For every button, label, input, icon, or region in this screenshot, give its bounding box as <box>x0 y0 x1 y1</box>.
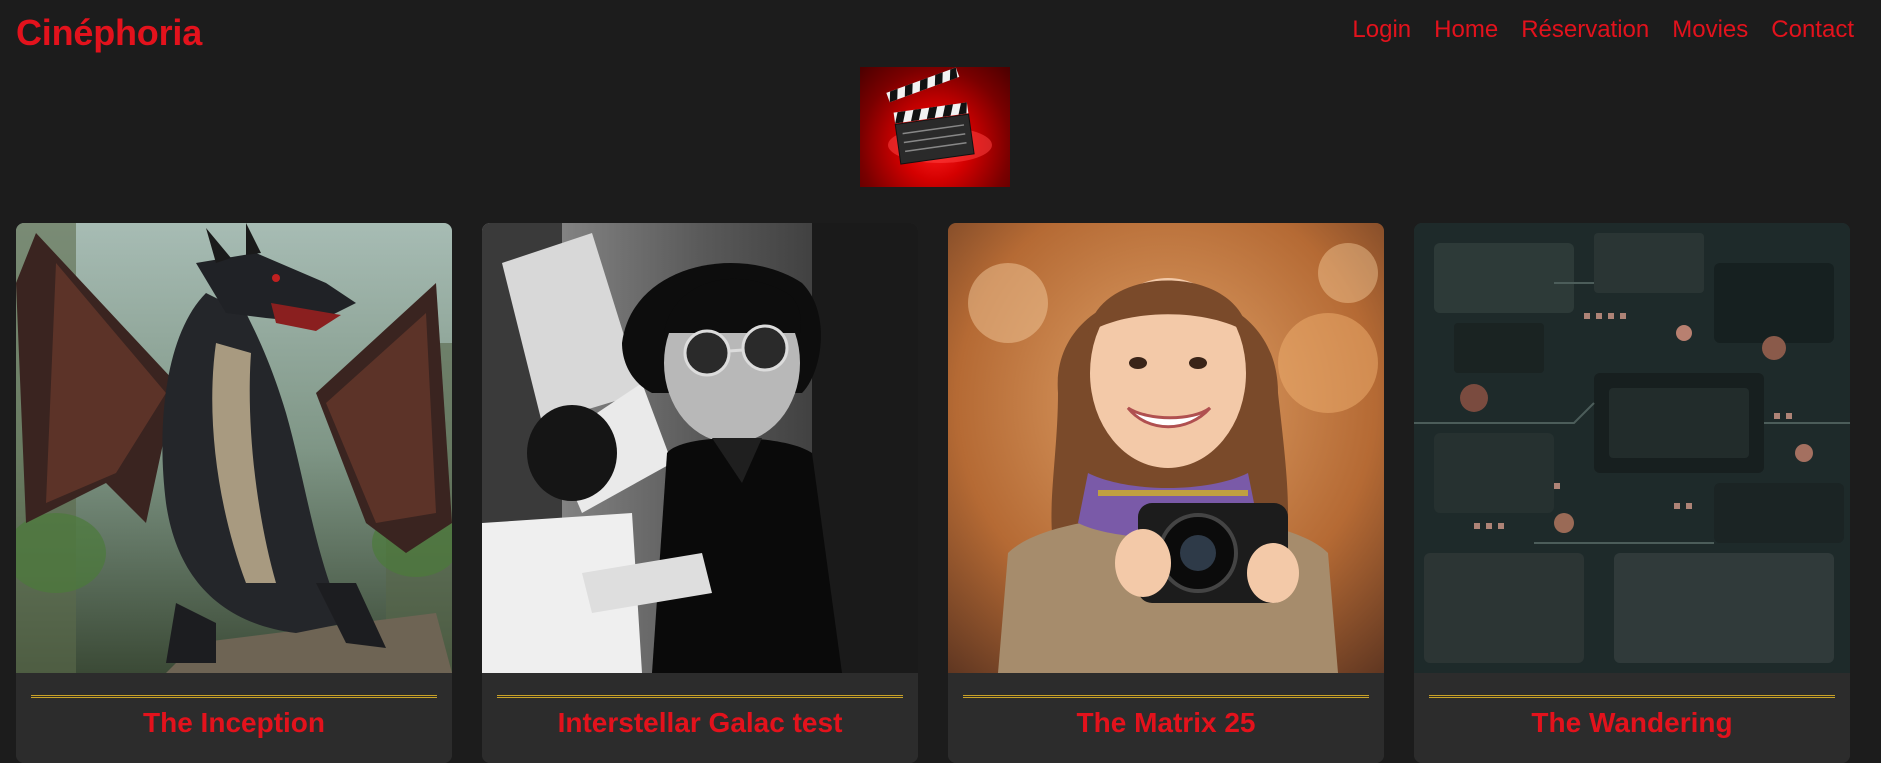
nav-link-reservation[interactable]: Réservation <box>1521 16 1649 44</box>
movie-card[interactable]: The Matrix 25 <box>948 223 1384 763</box>
card-divider <box>963 695 1369 698</box>
girl-with-camera-poster[interactable] <box>948 223 1384 673</box>
nav-link-login[interactable]: Login <box>1352 16 1411 44</box>
card-divider <box>31 695 437 698</box>
nav-link-home[interactable]: Home <box>1434 16 1498 44</box>
clapperboard-logo <box>860 67 1010 187</box>
circuit-board-poster[interactable] <box>1414 223 1850 673</box>
card-divider <box>1429 695 1835 698</box>
movie-title[interactable]: The Matrix 25 <box>948 707 1384 739</box>
movie-title[interactable]: The Inception <box>16 707 452 739</box>
nav-link-contact[interactable]: Contact <box>1771 16 1854 44</box>
black-white-portrait-poster[interactable] <box>482 223 918 673</box>
movie-card[interactable]: The Wandering <box>1414 223 1850 763</box>
movie-card[interactable]: Interstellar Galac test <box>482 223 918 763</box>
movie-card-list: The Inception Interstellar Galac test Th… <box>16 223 1850 763</box>
brand-logo-link[interactable]: Cinéphoria <box>16 12 202 54</box>
top-navbar: Cinéphoria Login Home Réservation Movies… <box>0 0 1881 62</box>
clapperboard-icon <box>886 67 992 165</box>
nav-link-movies[interactable]: Movies <box>1672 16 1748 44</box>
card-divider <box>497 695 903 698</box>
movie-card[interactable]: The Inception <box>16 223 452 763</box>
dragon-poster[interactable] <box>16 223 452 673</box>
main-nav: Login Home Réservation Movies Contact <box>1352 16 1854 44</box>
movie-title[interactable]: The Wandering <box>1414 707 1850 739</box>
movie-title[interactable]: Interstellar Galac test <box>482 707 918 739</box>
